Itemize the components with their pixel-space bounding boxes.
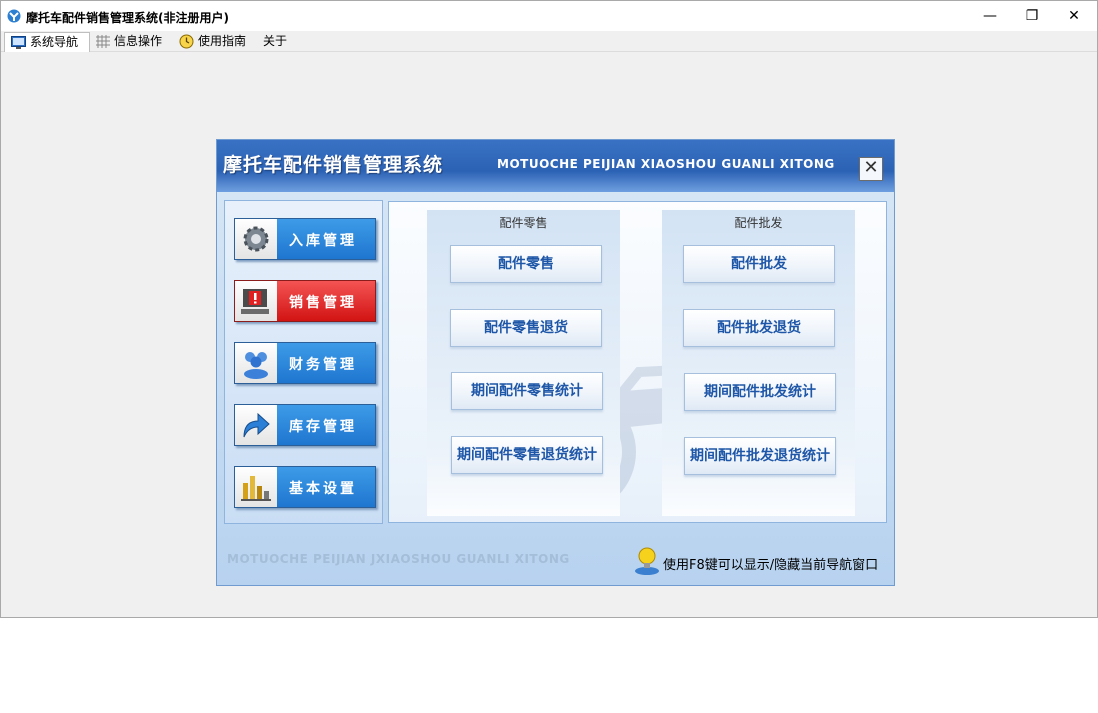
minimize-button[interactable]: — <box>967 1 1013 31</box>
dialog-close-button[interactable]: ✕ <box>859 157 883 181</box>
lightbulb-icon <box>635 547 659 575</box>
nav-button-inventory[interactable]: 库存管理 <box>234 404 376 446</box>
tab-label: 系统导航 <box>30 35 79 49</box>
nav-button-inbound[interactable]: 入库管理 <box>234 218 376 260</box>
app-logo-icon <box>7 9 21 23</box>
retail-return-stats-button[interactable]: 期间配件零售退货统计 <box>451 436 603 474</box>
tab-user-guide[interactable]: 使用指南 <box>179 32 259 51</box>
wholesale-column-title: 配件批发 <box>734 216 783 230</box>
maximize-button[interactable]: ❐ <box>1009 1 1055 31</box>
title-bar[interactable]: 摩托车配件销售管理系统(非注册用户) — ❐ ✕ <box>1 1 1097 31</box>
tab-system-nav[interactable]: 系统导航 <box>4 32 90 52</box>
wholesale-return-button[interactable]: 配件批发退货 <box>683 309 835 347</box>
menu-bar: 系统导航 信息操作 使用指南 关于 <box>1 31 1097 52</box>
users-icon <box>244 352 268 379</box>
nav-icon-box <box>235 467 277 507</box>
nav-icon-box <box>235 405 277 445</box>
nav-button-label: 财务管理 <box>289 357 357 373</box>
chart-tools-icon <box>241 476 271 501</box>
close-window-button[interactable]: ✕ <box>1051 1 1097 31</box>
wholesale-return-stats-button[interactable]: 期间配件批发退货统计 <box>684 437 836 475</box>
monitor-icon <box>11 36 26 49</box>
nav-button-label: 销售管理 <box>289 295 357 311</box>
clock-icon <box>179 34 194 49</box>
nav-button-finance[interactable]: 财务管理 <box>234 342 376 384</box>
retail-button[interactable]: 配件零售 <box>450 245 602 283</box>
dialog-header: 摩托车配件销售管理系统 MOTUOCHE PEIJIAN XIAOSHOU GU… <box>217 140 894 192</box>
dialog-subtitle: MOTUOCHE PEIJIAN XIAOSHOU GUANLI XITONG <box>497 157 835 171</box>
tab-label: 使用指南 <box>198 34 247 48</box>
tab-label: 关于 <box>263 34 288 48</box>
dialog-footer-text: MOTUOCHE PEIJIAN JXIAOSHOU GUANLI XITONG <box>227 552 570 566</box>
gear-icon <box>243 226 269 252</box>
f8-hint-text: 使用F8键可以显示/隐藏当前导航窗口 <box>663 558 879 573</box>
tab-label: 信息操作 <box>114 34 163 48</box>
nav-button-sales[interactable]: 销售管理 <box>234 280 376 322</box>
nav-icon-box <box>235 343 277 383</box>
tab-info-ops[interactable]: 信息操作 <box>96 32 176 51</box>
nav-button-label: 基本设置 <box>289 481 357 497</box>
tab-about[interactable]: 关于 <box>263 32 303 51</box>
retail-column-title: 配件零售 <box>499 216 548 230</box>
window-title: 摩托车配件销售管理系统(非注册用户) <box>26 11 229 25</box>
wholesale-period-stats-button[interactable]: 期间配件批发统计 <box>684 373 836 411</box>
navigation-dialog: 摩托车配件销售管理系统 MOTUOCHE PEIJIAN XIAOSHOU GU… <box>216 139 895 586</box>
nav-icon-box <box>235 219 277 259</box>
arrow-icon <box>243 412 270 438</box>
nav-icon-box <box>235 281 277 321</box>
nav-button-label: 库存管理 <box>289 419 357 435</box>
main-window: 摩托车配件销售管理系统(非注册用户) — ❐ ✕ 系统导航 信息操作 使用指南 … <box>0 0 1098 618</box>
grid-icon <box>96 35 110 48</box>
retail-period-stats-button[interactable]: 期间配件零售统计 <box>451 372 603 410</box>
nav-button-settings[interactable]: 基本设置 <box>234 466 376 508</box>
nav-button-label: 入库管理 <box>289 233 357 249</box>
retail-return-button[interactable]: 配件零售退货 <box>450 309 602 347</box>
wholesale-button[interactable]: 配件批发 <box>683 245 835 283</box>
dialog-title: 摩托车配件销售管理系统 <box>223 154 444 176</box>
alert-computer-icon <box>241 289 269 314</box>
module-nav-panel: 入库管理 销售管理 财务管理 库存管理 基本设置 <box>224 200 383 524</box>
content-panel: 配件零售 配件批发 配件零售 配件零售退货 期间配件零售统计 期间配件零售退货统… <box>388 201 887 523</box>
